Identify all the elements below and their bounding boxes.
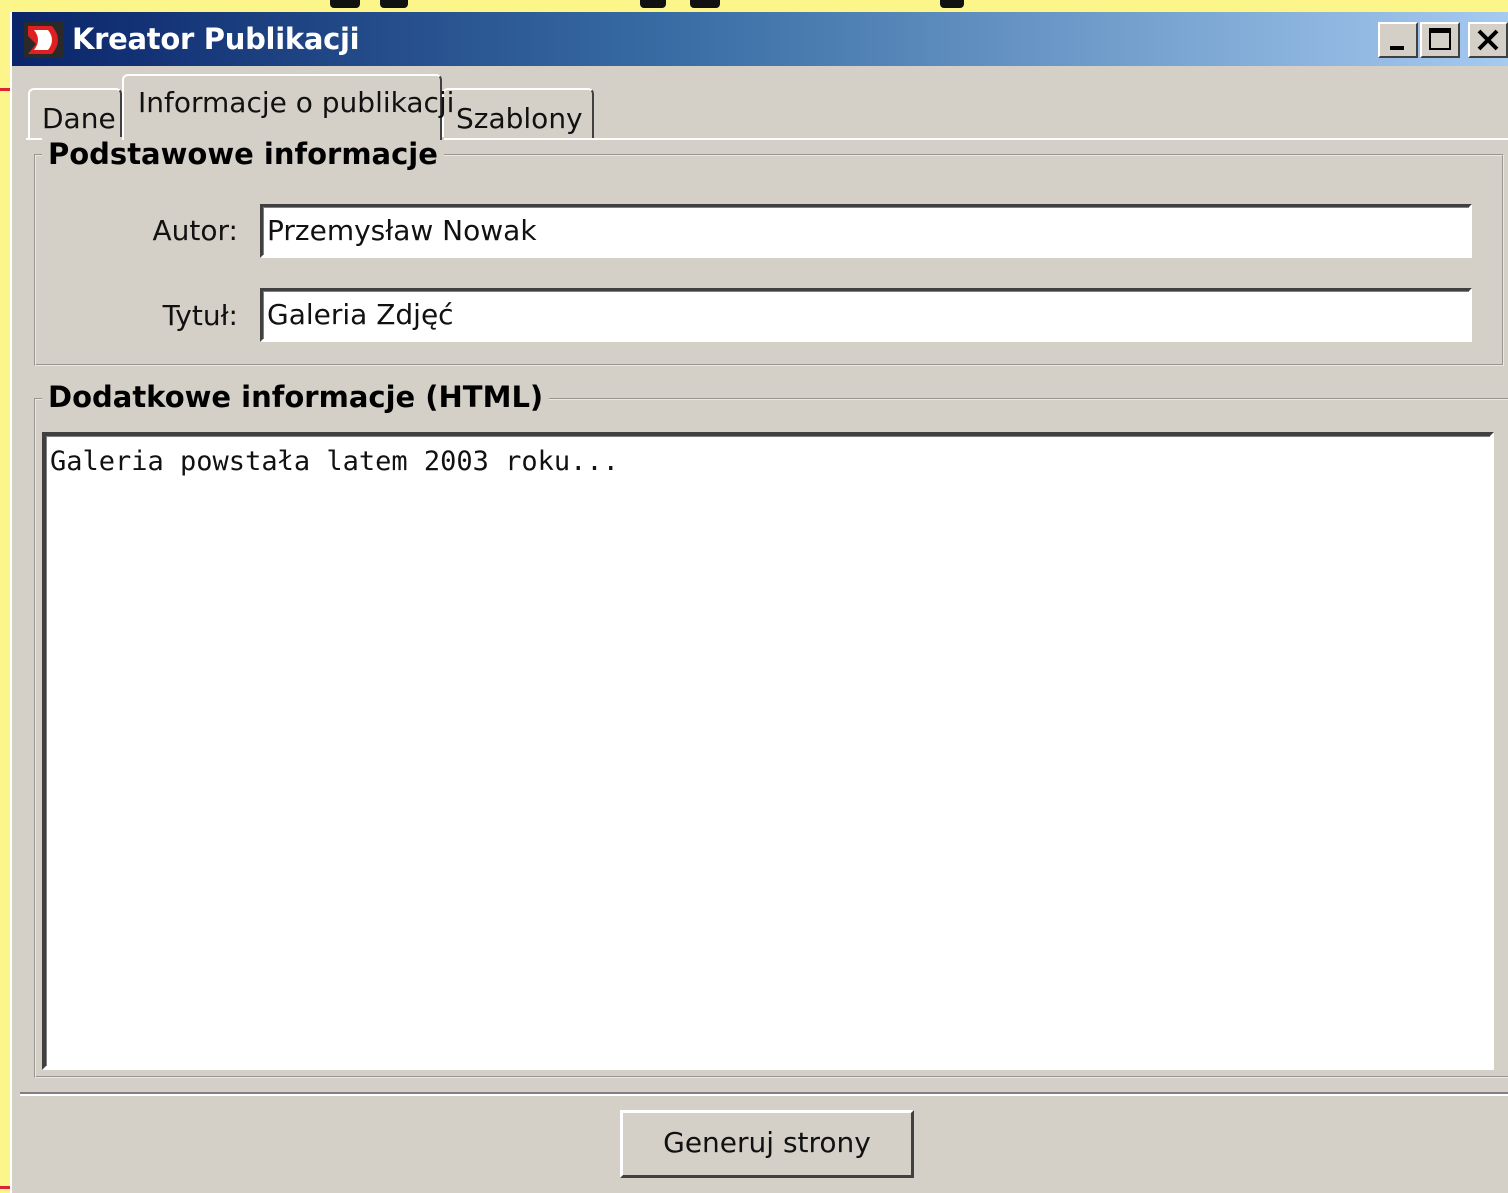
tab-informacje-o-publikacji[interactable]: Informacje o publikacji: [122, 74, 454, 140]
maximize-icon: [1429, 28, 1451, 50]
title-field[interactable]: Galeria Zdjęć: [260, 288, 1472, 342]
tab-label: Szablony: [456, 102, 583, 135]
tab-szablony[interactable]: Szablony: [442, 88, 594, 140]
footer-separator: [20, 1092, 1508, 1096]
close-icon: [1477, 29, 1499, 51]
publication-wizard-window: Kreator Publikacji Dane Informacje o pub…: [10, 12, 1508, 1193]
minimize-button[interactable]: [1378, 22, 1418, 58]
slide-decoration: [0, 88, 10, 91]
minimize-icon: [1390, 46, 1404, 50]
tab-label: Informacje o publikacji: [138, 86, 455, 119]
title-label: Tytuł:: [162, 299, 238, 332]
slide-decoration: [0, 1186, 10, 1189]
window-title: Kreator Publikacji: [72, 22, 360, 56]
extra-info-html-textarea[interactable]: Galeria powstała latem 2003 roku...: [42, 432, 1494, 1070]
app-icon: [24, 22, 64, 58]
extra-info-legend: Dodatkowe informacje (HTML): [42, 380, 550, 414]
author-label: Autor:: [152, 214, 238, 247]
title-bar[interactable]: Kreator Publikacji: [12, 12, 1508, 66]
generate-pages-button[interactable]: Generuj strony: [620, 1110, 914, 1178]
close-button[interactable]: [1468, 22, 1508, 58]
author-field[interactable]: Przemysław Nowak: [260, 204, 1472, 258]
basic-info-legend: Podstawowe informacje: [42, 137, 444, 171]
tab-label: Dane: [42, 102, 116, 135]
tab-dane[interactable]: Dane: [28, 88, 122, 140]
maximize-button[interactable]: [1420, 22, 1460, 58]
background-slide-strip: [0, 0, 1508, 12]
